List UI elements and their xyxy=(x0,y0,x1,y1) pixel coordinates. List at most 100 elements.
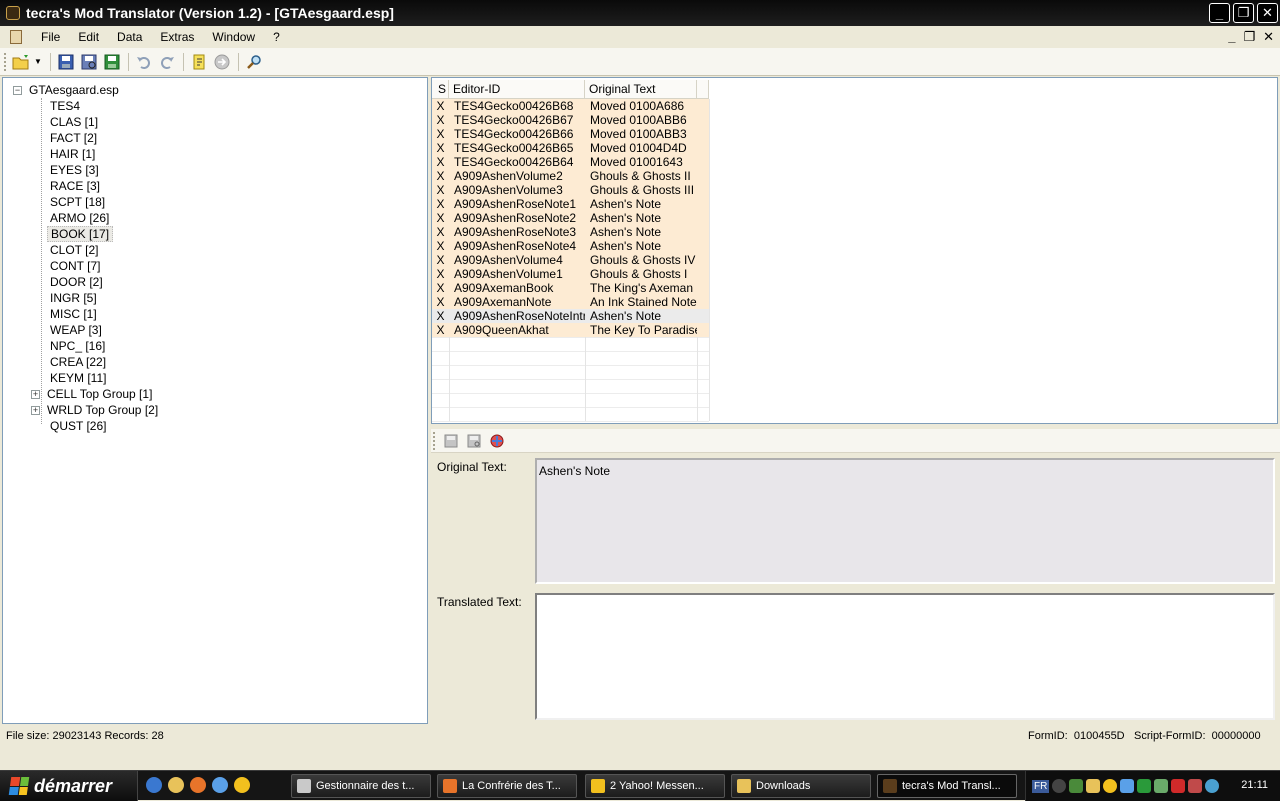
tree-root[interactable]: − GTAesgaard.esp xyxy=(13,82,119,98)
tree-item[interactable]: CREA [22] xyxy=(47,354,109,370)
save-as-icon[interactable] xyxy=(78,51,100,73)
open-folder-icon[interactable] xyxy=(11,51,33,73)
clock[interactable]: 21:11 xyxy=(1241,779,1268,791)
save-icon[interactable] xyxy=(55,51,77,73)
table-row[interactable]: X TES4Gecko00426B65 Moved 01004D4D xyxy=(432,141,709,155)
minimize-button[interactable]: _ xyxy=(1209,3,1230,23)
taskbar-button[interactable]: La Confrérie des T... xyxy=(437,774,577,798)
tray-security-icon[interactable] xyxy=(1154,779,1169,793)
menu-edit[interactable]: Edit xyxy=(69,27,108,47)
taskbar-button[interactable]: tecra's Mod Transl... xyxy=(877,774,1017,798)
empty-table-row[interactable] xyxy=(432,351,709,365)
expand-icon[interactable]: + xyxy=(31,389,40,399)
taskbar-button[interactable]: Downloads xyxy=(731,774,871,798)
tray-chevron-icon[interactable] xyxy=(1052,779,1067,793)
search-icon[interactable] xyxy=(243,51,265,73)
expand-icon[interactable]: + xyxy=(31,405,40,415)
tree-item[interactable]: MISC [1] xyxy=(47,306,100,322)
mdi-close-button[interactable]: ✕ xyxy=(1263,29,1274,45)
column-editor-id[interactable]: Editor-ID xyxy=(449,80,585,99)
table-row[interactable]: X A909AshenVolume2 Ghouls & Ghosts II xyxy=(432,169,709,183)
menu-extras[interactable]: Extras xyxy=(151,27,203,47)
taskbar-button[interactable]: 2 Yahoo! Messen... xyxy=(585,774,725,798)
tree-group-item[interactable]: + CELL Top Group [1] xyxy=(31,386,152,402)
app-icon[interactable] xyxy=(6,6,20,20)
taskbar-button[interactable]: Gestionnaire des t... xyxy=(291,774,431,798)
tree-item[interactable]: HAIR [1] xyxy=(47,146,98,162)
table-row[interactable]: X A909AshenVolume1 Ghouls & Ghosts I xyxy=(432,267,709,281)
script-icon[interactable] xyxy=(188,51,210,73)
empty-table-row[interactable] xyxy=(432,337,709,351)
table-row[interactable]: X A909AshenRoseNote2 Ashen's Note xyxy=(432,211,709,225)
tray-alert-icon[interactable] xyxy=(1188,779,1203,793)
table-row[interactable]: X A909AxemanNote An Ink Stained Note xyxy=(432,295,709,309)
toolbar-grip[interactable] xyxy=(433,431,436,450)
tray-mail-icon[interactable] xyxy=(1086,779,1101,793)
save-translation-icon[interactable] xyxy=(101,51,123,73)
tree-item[interactable]: CLAS [1] xyxy=(47,114,101,130)
tree-item[interactable]: KEYM [11] xyxy=(47,370,109,386)
column-original-text[interactable]: Original Text xyxy=(585,80,697,99)
start-button[interactable]: démarrer xyxy=(0,771,138,801)
yahoo-icon[interactable] xyxy=(234,777,250,793)
tree-item[interactable]: NPC_ [16] xyxy=(47,338,108,354)
table-row[interactable]: X TES4Gecko00426B68 Moved 0100A686 xyxy=(432,99,709,113)
tree-item[interactable]: DOOR [2] xyxy=(47,274,106,290)
tree-item[interactable]: EYES [3] xyxy=(47,162,102,178)
tray-sync-icon[interactable] xyxy=(1205,779,1220,793)
outlook-icon[interactable] xyxy=(168,777,184,793)
tree-item[interactable]: CONT [7] xyxy=(47,258,103,274)
menu-data[interactable]: Data xyxy=(108,27,151,47)
tray-network-icon[interactable] xyxy=(1069,779,1084,793)
table-row[interactable]: X A909AxemanBook The King's Axeman xyxy=(432,281,709,295)
menu-window[interactable]: Window xyxy=(203,27,264,47)
collapse-icon[interactable]: − xyxy=(13,85,22,95)
translated-text-box[interactable] xyxy=(535,593,1275,720)
open-dropdown-icon[interactable]: ▼ xyxy=(34,57,42,66)
document-icon[interactable] xyxy=(10,30,22,44)
table-row[interactable]: X A909AshenRoseNote4 Ashen's Note xyxy=(432,239,709,253)
tree-item[interactable]: RACE [3] xyxy=(47,178,103,194)
redo-icon[interactable] xyxy=(156,51,178,73)
column-status[interactable]: S xyxy=(432,80,449,99)
translate-icon[interactable] xyxy=(486,430,508,452)
tree-group-item[interactable]: + WRLD Top Group [2] xyxy=(31,402,158,418)
table-row[interactable]: X TES4Gecko00426B67 Moved 0100ABB6 xyxy=(432,113,709,127)
mdi-restore-button[interactable]: ❐ xyxy=(1243,29,1255,45)
column-extra[interactable] xyxy=(697,80,709,99)
table-row[interactable]: X A909AshenRoseNote1 Ashen's Note xyxy=(432,197,709,211)
ie-icon[interactable] xyxy=(146,777,162,793)
tray-app-icon[interactable] xyxy=(1137,779,1152,793)
tree-item[interactable]: FACT [2] xyxy=(47,130,100,146)
tree-item[interactable]: BOOK [17] xyxy=(47,226,114,242)
save-entry-as-icon[interactable] xyxy=(463,430,485,452)
tree-item[interactable]: CLOT [2] xyxy=(47,242,101,258)
tray-antivirus-icon[interactable] xyxy=(1171,779,1186,793)
maximize-button[interactable]: ❐ xyxy=(1233,3,1254,23)
tree-item[interactable]: WEAP [3] xyxy=(47,322,105,338)
table-row[interactable]: X TES4Gecko00426B66 Moved 0100ABB3 xyxy=(432,127,709,141)
close-button[interactable]: ✕ xyxy=(1257,3,1278,23)
table-row[interactable]: X A909AshenVolume4 Ghouls & Ghosts IV xyxy=(432,253,709,267)
empty-table-row[interactable] xyxy=(432,379,709,393)
tray-display-icon[interactable] xyxy=(1120,779,1135,793)
tree-item[interactable]: ARMO [26] xyxy=(47,210,112,226)
record-tree[interactable]: − GTAesgaard.esp TES4 CLAS [1] FACT [2] HAI… xyxy=(2,77,428,724)
tree-item[interactable]: QUST [26] xyxy=(47,418,109,434)
language-indicator[interactable]: FR xyxy=(1032,779,1050,793)
firefox-icon[interactable] xyxy=(190,777,206,793)
table-row[interactable]: X TES4Gecko00426B64 Moved 01001643 xyxy=(432,155,709,169)
original-text-box[interactable]: Ashen's Note xyxy=(535,458,1275,584)
table-row[interactable]: X A909QueenAkhat The Key To Paradise xyxy=(432,323,709,337)
messenger-icon[interactable] xyxy=(212,777,228,793)
table-row[interactable]: X A909AshenRoseNoteIntro Ashen's Note xyxy=(432,309,709,323)
tray-yahoo-icon[interactable] xyxy=(1103,779,1118,793)
empty-table-row[interactable] xyxy=(432,407,709,421)
table-row[interactable]: X A909AshenVolume3 Ghouls & Ghosts III xyxy=(432,183,709,197)
records-grid[interactable]: S Editor-ID Original Text X TES4Gecko0042… xyxy=(431,77,1278,424)
tree-item[interactable]: TES4 xyxy=(47,98,83,114)
menu-help[interactable]: ? xyxy=(264,27,289,47)
toolbar-grip[interactable] xyxy=(4,52,7,71)
save-entry-icon[interactable] xyxy=(440,430,462,452)
tree-item[interactable]: SCPT [18] xyxy=(47,194,108,210)
